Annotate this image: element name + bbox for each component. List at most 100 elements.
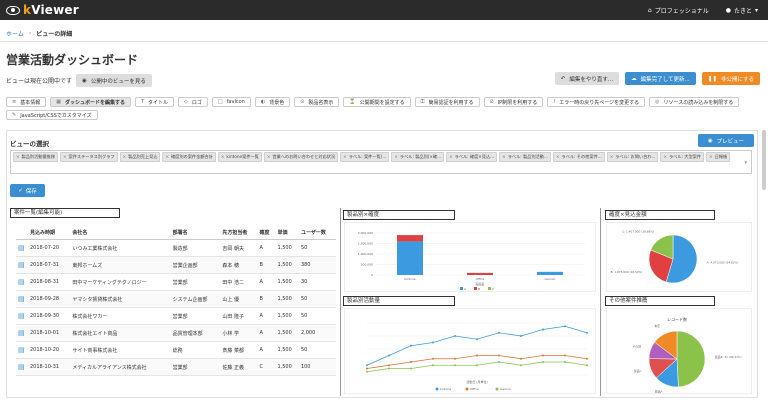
selected-view-chip[interactable]: × ラベル: 製品別(×確... — [391, 152, 445, 162]
remove-chip-icon[interactable]: × — [221, 154, 225, 159]
selected-view-chip[interactable]: × ラベル: 大型案件 — [660, 152, 705, 162]
table-header[interactable]: 単価 — [275, 226, 299, 240]
panel-label-list[interactable]: 案件一覧(編集可能) — [10, 208, 120, 218]
data-point[interactable] — [366, 370, 368, 373]
record-detail-icon[interactable]: ▤ — [16, 358, 28, 376]
data-point[interactable] — [432, 357, 434, 360]
breadcrumb-home[interactable]: ホーム — [6, 29, 24, 38]
preview-button[interactable]: ◉ プレビュー — [698, 134, 754, 147]
plan-menu[interactable]: ⌂ プロフェッショナル — [645, 6, 709, 15]
data-point[interactable] — [476, 338, 478, 341]
record-detail-icon[interactable]: ▤ — [16, 239, 28, 257]
data-point[interactable] — [476, 354, 478, 357]
table-row[interactable]: ▤ 2018-10-31 メディカルアライアンス株式会社 営業部 佐藤 正義 C 1,500… — [16, 358, 336, 376]
table-row[interactable]: ▤ 2018-10-20 サイト商事株式会社 総務 斎藤 菜都 A 1,500 50 — [16, 341, 336, 359]
bar[interactable] — [537, 271, 563, 275]
user-menu[interactable]: ● たきと ▾ — [723, 6, 758, 15]
data-point[interactable] — [520, 335, 522, 337]
data-point[interactable] — [498, 354, 500, 357]
record-detail-icon[interactable]: ▤ — [16, 324, 28, 342]
data-point[interactable] — [542, 361, 544, 363]
table-header[interactable]: 確度 — [257, 226, 276, 240]
selected-view-chip[interactable]: × 営業へのお問い合わせと対応状況 — [263, 152, 339, 162]
data-point[interactable] — [476, 364, 478, 367]
remove-chip-icon[interactable]: × — [343, 154, 347, 159]
page-scrollbar[interactable] — [762, 130, 766, 190]
selected-view-chip[interactable]: × 日報帳 — [706, 152, 731, 162]
data-point[interactable] — [564, 361, 566, 363]
data-point[interactable] — [520, 357, 522, 360]
table-row[interactable]: ▤ 2018-08-31 田中マーケティングテクノロジー 営業部 田中 浩二 A 1,500… — [16, 273, 336, 291]
data-point[interactable] — [498, 361, 500, 363]
data-point[interactable] — [388, 364, 390, 367]
tab-4[interactable]: □ favicon — [211, 97, 251, 107]
bar[interactable] — [397, 241, 423, 275]
remove-chip-icon[interactable]: × — [449, 154, 453, 159]
view-published-button[interactable]: ◉ 公開中のビューを見る — [76, 74, 152, 87]
remove-chip-icon[interactable]: × — [63, 154, 67, 159]
table-header[interactable]: 部署名 — [170, 226, 221, 240]
table-header[interactable]: 会社名 — [70, 226, 171, 240]
table-row[interactable]: ▤ 2018-09-30 株式会社ワカー 営業部 山田 隆子 A 1,500 50 — [16, 307, 336, 325]
tab-8[interactable]: ⚿ 簡易認証を利用する — [414, 97, 480, 107]
tab-3[interactable]: ◇ ロゴ — [178, 97, 208, 107]
data-point[interactable] — [388, 367, 390, 370]
data-point[interactable] — [542, 354, 544, 357]
selected-view-chip[interactable]: × 案件ステータス別グラフ — [60, 152, 118, 162]
data-point[interactable] — [564, 325, 566, 328]
panel-label-activity[interactable]: 製品別活動量 — [343, 296, 455, 306]
data-point[interactable] — [366, 364, 368, 367]
view-select-input[interactable]: × 製品別活動量推移 × 案件ステータス別グラフ × 製品別売上見込 × 確度別の案件金額合計… — [10, 150, 752, 174]
data-point[interactable] — [498, 331, 500, 334]
remove-chip-icon[interactable]: × — [556, 154, 560, 159]
remove-chip-icon[interactable]: × — [709, 154, 713, 159]
selected-view-chip[interactable]: × ラベル: 案件一覧(... — [340, 152, 390, 162]
data-point[interactable] — [586, 357, 588, 360]
tab-1[interactable]: ▦ ダッシュボードを編集する — [50, 97, 131, 107]
panel-label-confidence-amount[interactable]: 確度×見込金額 — [605, 210, 715, 220]
data-point[interactable] — [410, 367, 412, 370]
unpublish-button[interactable]: ❚❚ 非公開にする — [701, 72, 760, 85]
selected-view-chip[interactable]: × 確度別の案件金額合計 — [162, 152, 216, 162]
data-point[interactable] — [542, 328, 544, 331]
selected-view-chip[interactable]: × ラベル: お問い合わ... — [606, 152, 659, 162]
tab-12[interactable]: ✎ JavaScript/CSSでカスタマイズ — [6, 110, 98, 120]
table-header[interactable]: 先方担当者 — [220, 226, 258, 240]
data-point[interactable] — [410, 361, 412, 363]
remove-chip-icon[interactable]: × — [502, 154, 506, 159]
tab-5[interactable]: ◐ 背景色 — [254, 97, 291, 107]
pie-slice[interactable] — [676, 330, 706, 388]
panel-label-product-confidence[interactable]: 製品別×確度 — [343, 210, 455, 220]
selected-view-chip[interactable]: × ラベル: 確度×見込... — [446, 152, 498, 162]
table-row[interactable]: ▤ 2018-10-01 株式会社エイト商品 品質管理本部 小林 学 A 1,500 2,00… — [16, 324, 336, 342]
table-header[interactable]: 見込み時期 — [28, 226, 71, 240]
record-detail-icon[interactable]: ▤ — [16, 341, 28, 359]
tab-2[interactable]: T タイトル — [134, 97, 175, 107]
selected-view-chip[interactable]: × kintone案件一覧 — [217, 152, 262, 162]
remove-chip-icon[interactable]: × — [394, 154, 398, 159]
record-detail-icon[interactable]: ▤ — [16, 273, 28, 291]
remove-chip-icon[interactable]: × — [610, 154, 614, 159]
data-point[interactable] — [432, 364, 434, 367]
tab-10[interactable]: ! エラー時の戻り先ページを変更する — [547, 97, 646, 107]
table-row[interactable]: ▤ 2018-07-31 東邦ホームズ 営業企画部 森本 穂 B 1,500 380 — [16, 256, 336, 274]
remove-chip-icon[interactable]: × — [663, 154, 667, 159]
bar[interactable] — [467, 272, 493, 275]
data-point[interactable] — [432, 341, 434, 344]
table-header[interactable]: ユーザー数 — [298, 226, 336, 240]
save-button[interactable]: ✓ 保存 — [10, 184, 45, 197]
data-point[interactable] — [410, 344, 412, 347]
data-point[interactable] — [366, 367, 368, 370]
data-point[interactable] — [520, 364, 522, 367]
remove-chip-icon[interactable]: × — [165, 154, 169, 159]
chevron-down-icon[interactable]: ▾ — [744, 160, 747, 166]
table-row[interactable]: ▤ 2018-07-20 いつみ工業株式会社 製造部 吉岡 朝夫 A 1,500 50 — [16, 239, 336, 257]
data-point[interactable] — [586, 331, 588, 334]
selected-view-chip[interactable]: × ラベル: 製品別活動... — [499, 152, 551, 162]
data-point[interactable] — [388, 354, 390, 357]
remove-chip-icon[interactable]: × — [123, 154, 127, 159]
tab-7[interactable]: ⌛ 公開期間を設定する — [343, 97, 411, 107]
data-point[interactable] — [454, 357, 456, 360]
data-point[interactable] — [454, 364, 456, 367]
finish-edit-button[interactable]: ☁ 編集完了して更新... — [625, 72, 696, 85]
